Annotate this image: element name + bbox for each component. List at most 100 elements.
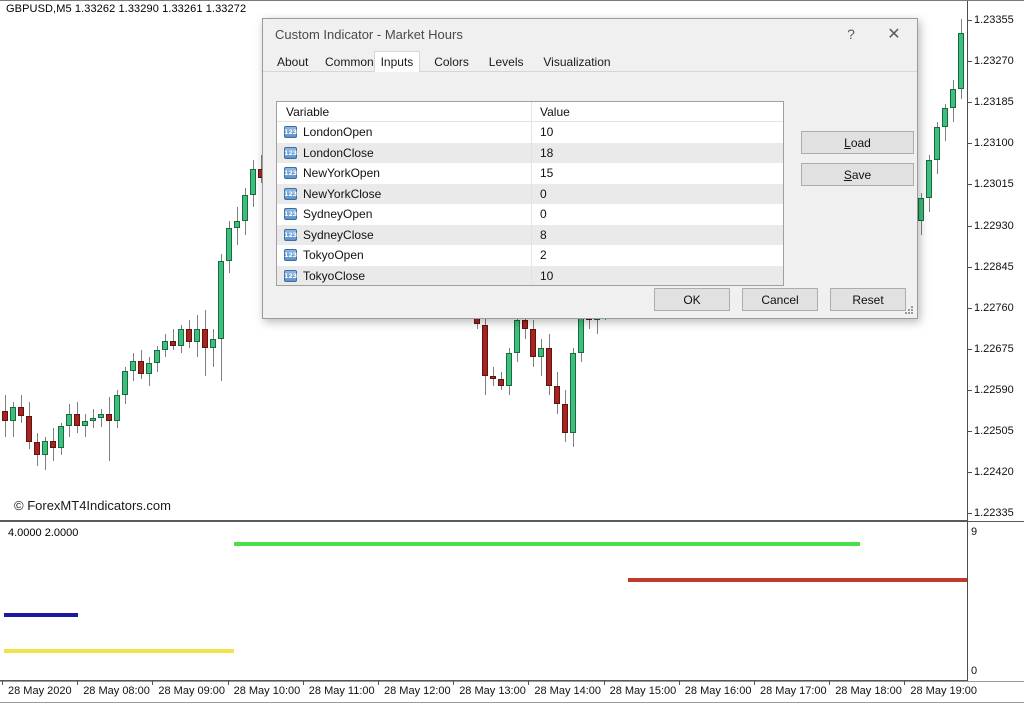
candlestick xyxy=(170,1,176,520)
candlestick-body-bullish xyxy=(950,89,956,109)
candlestick-body-bullish xyxy=(82,420,88,426)
value-cell[interactable]: 0 xyxy=(531,204,783,225)
price-axis[interactable]: 1.23355 1.23270 1.23185 1.23100 1.23015 1.229… xyxy=(967,1,1024,522)
table-row[interactable]: 123 NewYorkOpen 15 xyxy=(277,163,783,184)
candlestick xyxy=(90,1,96,520)
value-cell[interactable]: 2 xyxy=(531,245,783,266)
candlestick-body-bearish xyxy=(482,324,488,377)
value-cell[interactable]: 18 xyxy=(531,142,783,163)
number-icon: 123 xyxy=(284,187,297,200)
time-tick-mark xyxy=(152,680,154,685)
indicator-plot-area[interactable]: 4.0000 2.0000 xyxy=(0,522,967,680)
close-icon[interactable]: ✕ xyxy=(873,19,915,48)
candlestick-body-bearish xyxy=(498,378,504,386)
price-tick: 1.23270 xyxy=(968,55,1014,68)
table-row[interactable]: 123 SydneyClose 8 xyxy=(277,224,783,245)
dialog-body: Variable Value 123 LondonOpen 10 123 LondonC… xyxy=(263,72,917,286)
time-axis[interactable]: 28 May 2020 28 May 08:00 28 May 09:00 28 Ma… xyxy=(0,680,1024,703)
tab-about[interactable]: About xyxy=(271,52,314,72)
price-tick: 1.22760 xyxy=(968,301,1014,314)
table-row[interactable]: 123 NewYorkClose 0 xyxy=(277,183,783,204)
candlestick-body-bullish xyxy=(122,370,128,396)
candlestick xyxy=(138,1,144,520)
time-tick-mark xyxy=(2,680,3,685)
column-header-variable: Variable xyxy=(286,105,330,119)
dialog-title: Custom Indicator - Market Hours xyxy=(275,27,463,42)
variable-cell[interactable]: 123 TokyoOpen xyxy=(277,248,531,262)
number-icon: 123 xyxy=(284,269,297,282)
candlestick-body-bearish xyxy=(546,348,552,386)
table-row[interactable]: 123 LondonOpen 10 xyxy=(277,122,783,143)
table-body[interactable]: 123 LondonOpen 10 123 LondonClose 18 123 NewYor… xyxy=(277,122,783,285)
candlestick-body-bearish xyxy=(170,340,176,346)
candlestick-body-bullish xyxy=(114,395,120,421)
variable-cell[interactable]: 123 LondonOpen xyxy=(277,125,531,139)
time-tick-mark xyxy=(378,680,379,685)
tab-visualization[interactable]: Visualization xyxy=(537,52,616,72)
cancel-button[interactable]: Cancel xyxy=(742,288,818,311)
variable-cell[interactable]: 123 TokyoClose xyxy=(277,269,531,283)
variable-cell[interactable]: 123 LondonClose xyxy=(277,146,531,160)
value-cell[interactable]: 8 xyxy=(531,224,783,245)
candlestick xyxy=(218,1,224,520)
tab-levels[interactable]: Levels xyxy=(483,52,530,72)
candlestick-wick xyxy=(108,397,110,461)
candlestick xyxy=(42,1,48,520)
inputs-parameter-table[interactable]: Variable Value 123 LondonOpen 10 123 LondonC… xyxy=(276,101,784,286)
candlestick-wick xyxy=(100,409,102,427)
watermark-label: © ForexMT4Indicators.com xyxy=(14,498,171,513)
value-cell[interactable]: 10 xyxy=(531,265,783,285)
load-button[interactable]: Load xyxy=(801,131,914,154)
variable-cell[interactable]: 123 SydneyClose xyxy=(277,228,531,242)
value-cell[interactable]: 10 xyxy=(531,122,783,143)
tab-common[interactable]: Common xyxy=(319,52,380,72)
candlestick xyxy=(98,1,104,520)
candlestick-body-bullish xyxy=(58,425,64,448)
table-row[interactable]: 123 SydneyOpen 0 xyxy=(277,204,783,225)
price-tick: 1.22505 xyxy=(968,425,1014,437)
candlestick-body-bullish xyxy=(210,338,216,348)
axis-separator xyxy=(0,681,1024,682)
indicator-subwindow[interactable]: 4.0000 2.0000 9 0 xyxy=(0,521,1024,682)
ok-button[interactable]: OK xyxy=(654,288,730,311)
indicator-axis[interactable]: 9 0 xyxy=(967,522,1024,682)
price-tick: 1.23355 xyxy=(968,14,1014,26)
value-cell[interactable]: 0 xyxy=(531,183,783,204)
candlestick xyxy=(146,1,152,520)
tab-inputs[interactable]: Inputs xyxy=(373,51,421,73)
candlestick xyxy=(226,1,232,520)
table-row[interactable]: 123 TokyoClose 10 xyxy=(277,265,783,285)
reset-button[interactable]: Reset xyxy=(830,288,906,311)
price-tick: 1.22930 xyxy=(968,219,1014,232)
variable-cell[interactable]: 123 NewYorkClose xyxy=(277,187,531,201)
candlestick-body-bullish xyxy=(250,169,256,196)
candlestick-body-bullish xyxy=(194,329,200,343)
help-icon[interactable]: ? xyxy=(830,19,872,48)
mt4-chart-screen: GBPUSD,M5 1.33262 1.33290 1.33261 1.3327… xyxy=(0,0,1024,703)
candlestick-body-bullish xyxy=(538,348,544,358)
candlestick xyxy=(234,1,240,520)
price-tick: 1.22335 xyxy=(968,507,1014,520)
custom-indicator-dialog[interactable]: Custom Indicator - Market Hours ? ✕ Abou… xyxy=(262,18,918,319)
candlestick xyxy=(26,1,32,520)
candlestick xyxy=(934,1,940,520)
variable-cell[interactable]: 123 NewYorkOpen xyxy=(277,166,531,180)
candlestick xyxy=(82,1,88,520)
candlestick-body-bearish xyxy=(490,376,496,379)
sydney-session-line xyxy=(4,613,78,617)
table-row[interactable]: 123 TokyoOpen 2 xyxy=(277,245,783,266)
candlestick xyxy=(958,1,964,520)
resize-grip-icon[interactable] xyxy=(904,305,914,315)
table-row[interactable]: 123 LondonClose 18 xyxy=(277,142,783,163)
value-cell[interactable]: 15 xyxy=(531,163,783,184)
candlestick-body-bullish xyxy=(98,413,104,418)
candlestick xyxy=(18,1,24,520)
dialog-tab-strip[interactable]: About Common Inputs Colors Levels Visualizati… xyxy=(263,50,917,73)
tab-colors[interactable]: Colors xyxy=(428,52,475,72)
time-tick-mark xyxy=(754,680,755,685)
save-button[interactable]: Save xyxy=(801,163,914,186)
candlestick-body-bearish xyxy=(522,319,528,330)
dialog-title-bar[interactable]: Custom Indicator - Market Hours ? ✕ xyxy=(263,19,917,50)
variable-cell[interactable]: 123 SydneyOpen xyxy=(277,207,531,221)
candlestick-body-bullish xyxy=(918,197,924,222)
